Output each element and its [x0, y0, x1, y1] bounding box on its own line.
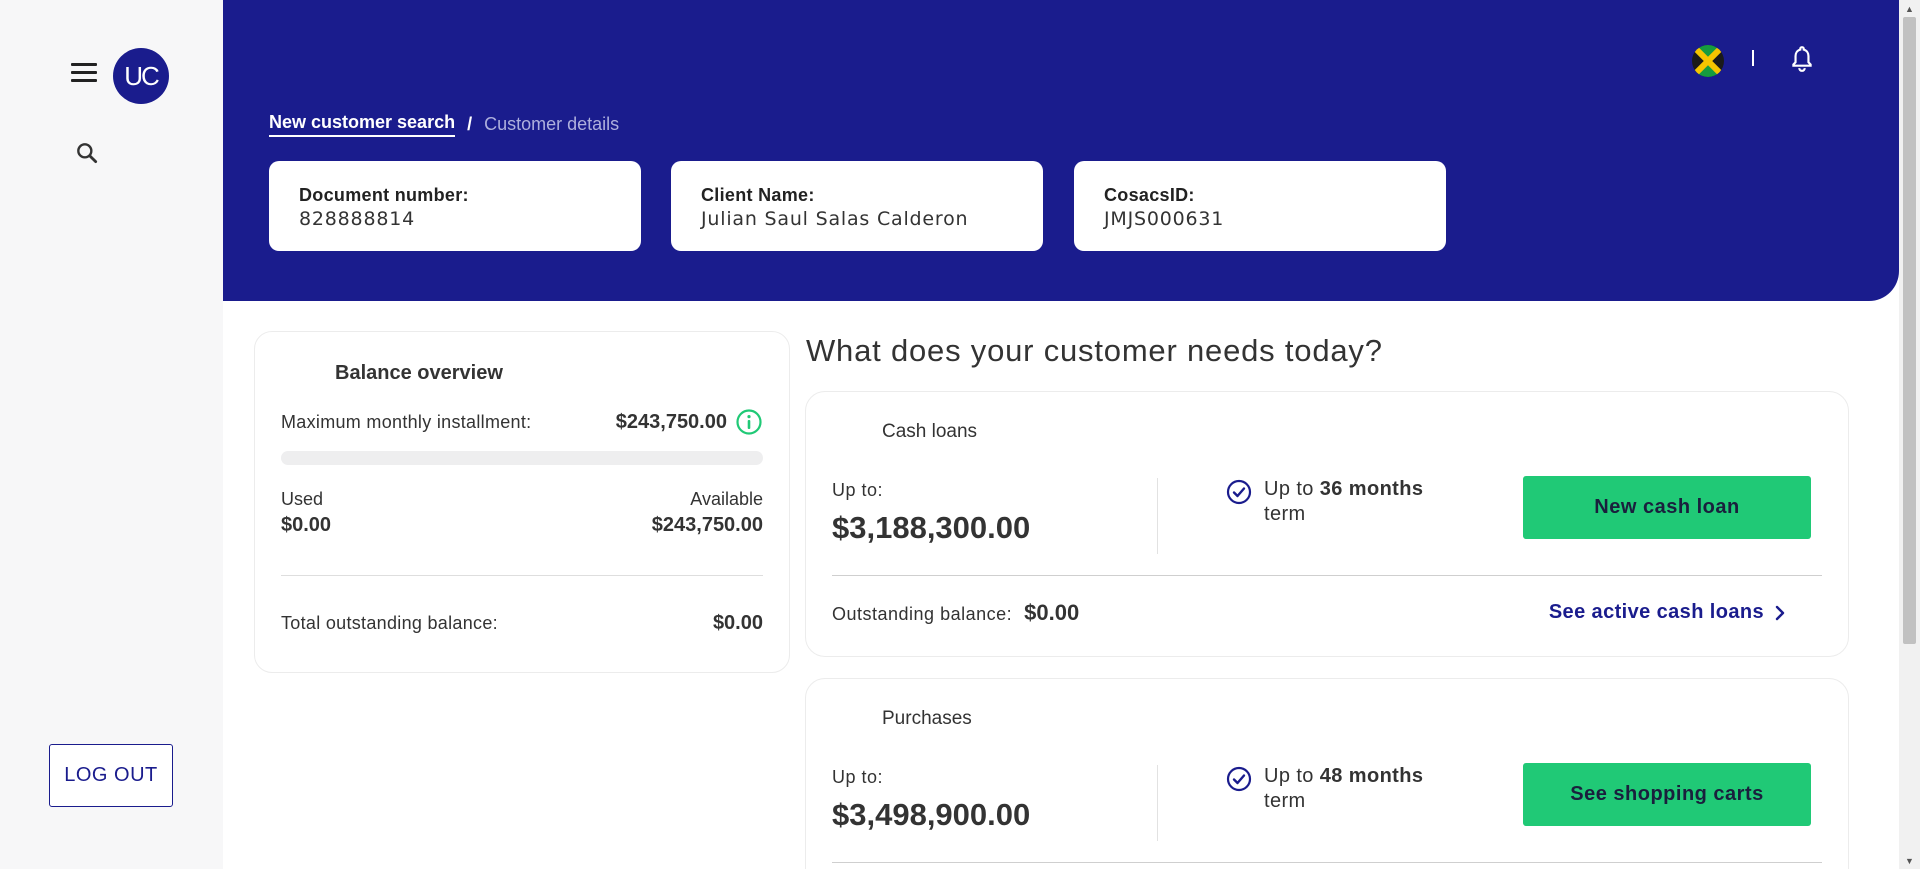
vertical-divider	[1157, 478, 1158, 554]
document-number-label: Document number:	[299, 185, 469, 205]
max-installment-label: Maximum monthly installment:	[281, 411, 532, 432]
purchases-title: Purchases	[882, 708, 972, 729]
breadcrumb-separator: /	[467, 114, 473, 134]
check-circle-icon	[1226, 766, 1252, 792]
horizontal-divider	[832, 575, 1822, 576]
outstanding-balance-row: Outstanding balance: $0.00	[832, 600, 1079, 626]
balance-divider	[281, 575, 763, 576]
term-months: 36 months	[1319, 478, 1424, 500]
available-value: $243,750.00	[651, 514, 763, 536]
outstanding-balance-label: Outstanding balance:	[832, 604, 1013, 624]
menu-icon[interactable]	[71, 63, 97, 85]
sidebar: UC LOG OUT	[0, 0, 223, 869]
see-active-cash-loans-label: See active cash loans	[1548, 601, 1764, 623]
scroll-up-arrow-icon[interactable]: ▲	[1899, 0, 1920, 17]
see-active-cash-loans-link[interactable]: See active cash loans	[1549, 601, 1786, 624]
cash-loans-card: Cash loans Up to: $3,188,300.00 Up to 36…	[805, 391, 1849, 657]
purchases-card: Purchases Up to: $3,498,900.00 Up to 48 …	[805, 678, 1849, 869]
page-question-heading: What does your customer needs today?	[806, 333, 1383, 368]
cash-loans-term: Up to 36 months term	[1226, 477, 1423, 527]
header-banner	[223, 0, 1899, 301]
term-suffix: term	[1264, 790, 1306, 812]
jamaica-flag-icon[interactable]	[1692, 45, 1724, 77]
cash-loans-upto-label: Up to:	[832, 480, 884, 500]
document-number-value: 828888814	[299, 208, 415, 230]
logout-button[interactable]: LOG OUT	[49, 744, 173, 807]
client-name-value: Julian Saul Salas Calderon	[701, 208, 969, 230]
horizontal-divider	[832, 862, 1822, 863]
scrollbar-thumb[interactable]	[1903, 17, 1916, 644]
available-label: Available	[690, 489, 763, 509]
balance-overview-card: Balance overview Maximum monthly install…	[254, 331, 790, 673]
breadcrumb-link-new-search[interactable]: New customer search	[269, 112, 456, 137]
chevron-right-icon	[1775, 605, 1785, 620]
purchases-upto-value: $3,498,900.00	[832, 797, 1031, 832]
outstanding-balance-value: $0.00	[1024, 600, 1080, 625]
total-outstanding-value: $0.00	[712, 612, 763, 634]
breadcrumb-current: Customer details	[484, 114, 620, 134]
cash-loans-upto-value: $3,188,300.00	[832, 510, 1031, 545]
client-name-label: Client Name:	[701, 185, 815, 205]
new-cash-loan-button[interactable]: New cash loan	[1523, 476, 1811, 539]
see-shopping-carts-button[interactable]: See shopping carts	[1523, 763, 1811, 826]
total-outstanding-row: Total outstanding balance: $0.00	[281, 612, 763, 635]
vertical-divider	[1157, 765, 1158, 841]
used-value: $0.00	[281, 514, 332, 536]
logo: UC	[113, 48, 169, 104]
term-prefix: Up to	[1264, 765, 1320, 787]
cosacs-id-value: JMJS000631	[1104, 208, 1225, 230]
breadcrumb: New customer search / Customer details	[269, 112, 619, 137]
cosacs-id-label: CosacsID:	[1104, 185, 1195, 205]
installment-progress-bar	[281, 451, 763, 465]
vertical-scrollbar[interactable]: ▲ ▼	[1899, 0, 1920, 869]
term-prefix: Up to	[1264, 478, 1320, 500]
purchases-upto-label: Up to:	[832, 767, 884, 787]
max-installment-value: $243,750.00	[615, 410, 727, 433]
document-number-card: Document number: 828888814	[269, 161, 641, 251]
max-installment-row: Maximum monthly installment: $243,750.00	[281, 408, 763, 436]
purchases-term: Up to 48 months term	[1226, 764, 1423, 814]
cash-loans-title: Cash loans	[882, 421, 978, 442]
cosacs-id-card: CosacsID: JMJS000631	[1074, 161, 1446, 251]
search-icon[interactable]	[74, 140, 100, 166]
used-label: Used	[281, 489, 324, 509]
info-icon[interactable]	[735, 408, 763, 436]
check-circle-icon	[1226, 479, 1252, 505]
scroll-down-arrow-icon[interactable]: ▼	[1899, 852, 1920, 869]
bell-icon[interactable]	[1789, 45, 1815, 73]
client-name-card: Client Name: Julian Saul Salas Calderon	[671, 161, 1043, 251]
header-separator	[1752, 50, 1754, 66]
term-suffix: term	[1264, 503, 1306, 525]
term-months: 48 months	[1319, 765, 1424, 787]
total-outstanding-label: Total outstanding balance:	[281, 613, 498, 633]
used-available-row: Used $0.00 Available $243,750.00	[281, 489, 763, 537]
balance-overview-title: Balance overview	[335, 362, 503, 384]
